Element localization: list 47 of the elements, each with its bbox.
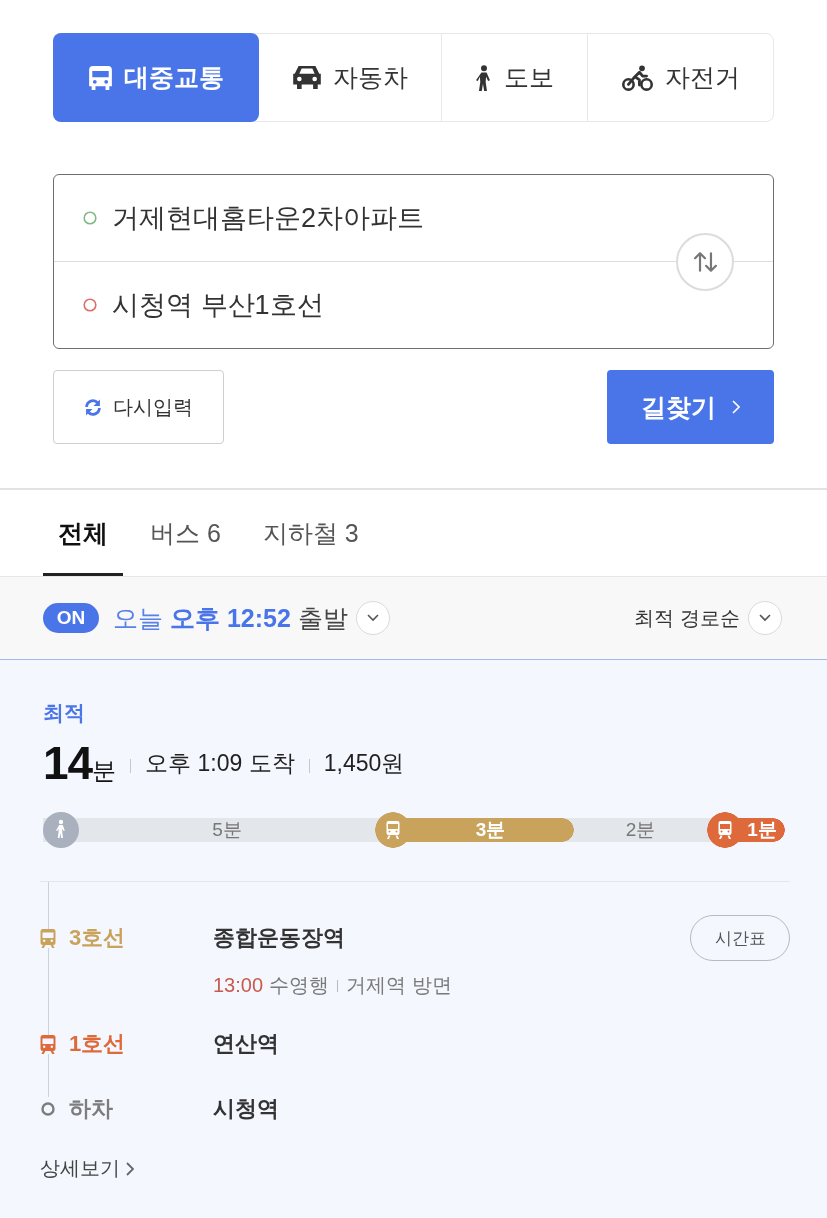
- train-icon: [718, 821, 732, 839]
- segment-duration-label: 1분: [746, 818, 778, 842]
- station-name: 시청역: [213, 1095, 279, 1123]
- mode-tab[interactable]: 자전거: [587, 34, 773, 121]
- detail-link[interactable]: 상세보기: [40, 1155, 134, 1182]
- chevron-right-icon: [732, 400, 740, 414]
- walking-person-icon: [43, 812, 79, 848]
- on-toggle-badge[interactable]: ON: [43, 603, 99, 633]
- alight-label: 하차: [69, 1095, 113, 1123]
- cyclist-icon: [621, 64, 653, 91]
- car-icon: [292, 66, 321, 89]
- sort-label[interactable]: 최적 경로순: [634, 604, 740, 632]
- route-tag: 최적: [43, 698, 85, 728]
- line-label: 1호선: [69, 1030, 126, 1058]
- reset-button[interactable]: 다시입력: [53, 370, 224, 444]
- sort-dropdown-button[interactable]: [748, 601, 782, 635]
- duration-text: 14분: [43, 736, 117, 790]
- station-name: 연산역: [213, 1030, 279, 1058]
- segment-duration-label: 5분: [211, 818, 243, 842]
- ring-icon: [83, 298, 97, 312]
- ring-icon: [83, 211, 97, 225]
- station-name: 종합운동장역: [213, 924, 345, 952]
- result-tab[interactable]: 지하철 3: [247, 490, 374, 576]
- search-button[interactable]: 길찾기: [607, 370, 774, 444]
- train-icon: [386, 821, 400, 839]
- line-label: 3호선: [69, 924, 126, 952]
- destination-text: 시청역 부산1호선: [112, 289, 324, 322]
- chevron-right-icon: [126, 1161, 134, 1176]
- segment-duration-label: 2분: [624, 818, 657, 842]
- departure-time-text[interactable]: 오늘 오후 12:52 출발: [113, 601, 348, 635]
- mode-tab[interactable]: 대중교통: [53, 33, 259, 122]
- chevron-down-icon: [366, 614, 379, 622]
- origin-input[interactable]: 거제현대홈타운2차아파트: [54, 175, 773, 261]
- train-info-text: 13:00 수영행 거제역 방면: [213, 973, 452, 998]
- mode-tab[interactable]: 자동차: [259, 34, 441, 121]
- result-tab[interactable]: 버스 6: [135, 490, 236, 576]
- segment-duration-label: 3분: [474, 818, 507, 842]
- swap-arrows-icon: [693, 251, 717, 272]
- bus-icon: [88, 65, 112, 90]
- arrival-text: 오후 1:09 도착: [145, 748, 295, 778]
- fare-text: 1,450원: [323, 748, 405, 778]
- walking-person-icon: [475, 64, 492, 91]
- chevron-down-icon: [759, 614, 771, 622]
- time-dropdown-button[interactable]: [355, 601, 390, 635]
- origin-text: 거제현대홈타운2차아파트: [112, 202, 425, 235]
- refresh-icon: [84, 398, 101, 416]
- mode-tab[interactable]: 도보: [441, 34, 587, 121]
